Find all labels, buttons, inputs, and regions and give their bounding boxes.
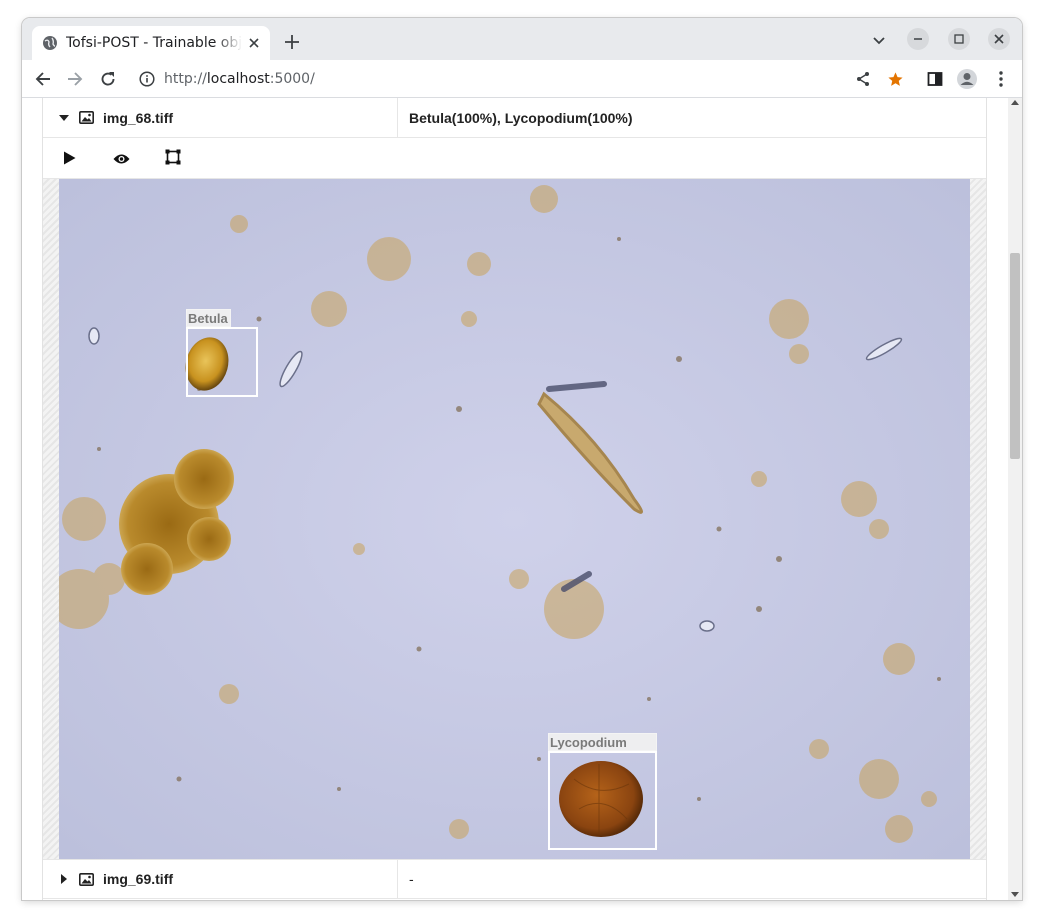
play-icon (63, 150, 76, 169)
close-window-button[interactable] (988, 28, 1010, 50)
detection-result: - (409, 871, 414, 887)
play-button[interactable] (59, 149, 79, 169)
maximize-button[interactable] (948, 28, 970, 50)
page-scrollbar[interactable] (1008, 98, 1022, 900)
image-icon (79, 111, 95, 125)
url-suffix: :5000/ (269, 71, 315, 87)
globe-icon (42, 35, 58, 51)
filename: img_68.tiff (103, 109, 174, 126)
row-actions (43, 139, 986, 179)
results-table: img_68.tiff Betula(100%), Lycopodium(100… (42, 98, 987, 900)
close-icon[interactable] (246, 35, 262, 51)
filename-cell: img_68.tiff (43, 98, 398, 137)
table-row[interactable]: img_69.tiff - (43, 859, 986, 899)
microscope-image[interactable]: Betula Lycopodium (59, 179, 970, 859)
arrow-left-icon[interactable] (32, 68, 54, 90)
eye-icon (113, 150, 130, 169)
person-icon[interactable] (956, 68, 978, 90)
bounding-box-icon (165, 149, 181, 169)
detection-box (186, 327, 258, 397)
scroll-up-arrow[interactable] (1011, 100, 1019, 105)
kebab-menu-icon[interactable] (992, 70, 1010, 88)
detection-result: Betula(100%), Lycopodium(100%) (409, 109, 633, 126)
scrollbar-thumb[interactable] (1010, 253, 1020, 459)
reload-icon[interactable] (97, 68, 119, 90)
bounding-box-button[interactable] (163, 149, 183, 169)
tab-strip: Tofsi-POST - Trainable object detection (22, 18, 1022, 60)
address-bar[interactable]: http://localhost:5000/ (130, 64, 914, 94)
tab-active[interactable]: Tofsi-POST - Trainable object detection (32, 26, 270, 60)
detection-label: Lycopodium (548, 733, 657, 751)
url-text[interactable]: http://localhost:5000/ (164, 71, 315, 87)
detection-box (548, 751, 657, 850)
arrow-right-icon[interactable] (64, 68, 86, 90)
info-icon[interactable] (138, 70, 156, 88)
microscope-image-content (59, 179, 970, 859)
image-viewer: Betula Lycopodium (43, 179, 986, 859)
url-host: localhost (206, 71, 270, 87)
chevron-down-icon[interactable] (870, 32, 888, 50)
side-panel-icon[interactable] (926, 70, 944, 88)
url-prefix: http:// (164, 71, 207, 87)
filename-cell: img_69.tiff (43, 860, 398, 898)
browser-window: Tofsi-POST - Trainable object detection (22, 18, 1022, 900)
table-row[interactable]: img_68.tiff Betula(100%), Lycopodium(100… (43, 98, 986, 138)
detection-label: Betula (186, 309, 231, 327)
page-content: img_68.tiff Betula(100%), Lycopodium(100… (22, 98, 1008, 900)
view-button[interactable] (111, 149, 131, 169)
share-icon[interactable] (854, 70, 872, 88)
minimize-button[interactable] (907, 28, 929, 50)
scroll-down-arrow[interactable] (1011, 892, 1019, 897)
star-icon[interactable] (886, 70, 904, 88)
browser-toolbar: http://localhost:5000/ (22, 60, 1022, 98)
filename: img_69.tiff (103, 871, 174, 887)
caret-down-icon[interactable] (59, 113, 69, 123)
caret-right-icon[interactable] (59, 874, 69, 884)
tab-title: Tofsi-POST - Trainable object detection (66, 35, 242, 51)
plus-icon[interactable] (280, 30, 304, 54)
image-icon (79, 872, 95, 886)
